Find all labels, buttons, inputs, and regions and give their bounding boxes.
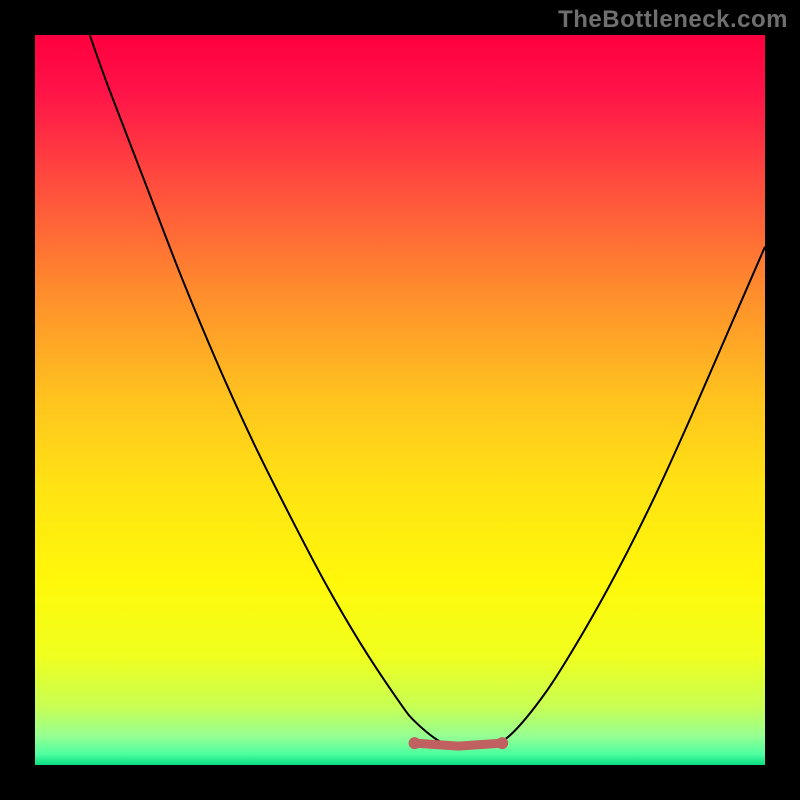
bottleneck-chart (0, 0, 800, 800)
flat-zone-marker (415, 743, 503, 746)
flat-start-dot (409, 737, 421, 749)
flat-end-dot (496, 737, 508, 749)
chart-container: TheBottleneck.com (0, 0, 800, 800)
watermark-label: TheBottleneck.com (558, 6, 788, 34)
plot-area-gradient (35, 35, 765, 765)
